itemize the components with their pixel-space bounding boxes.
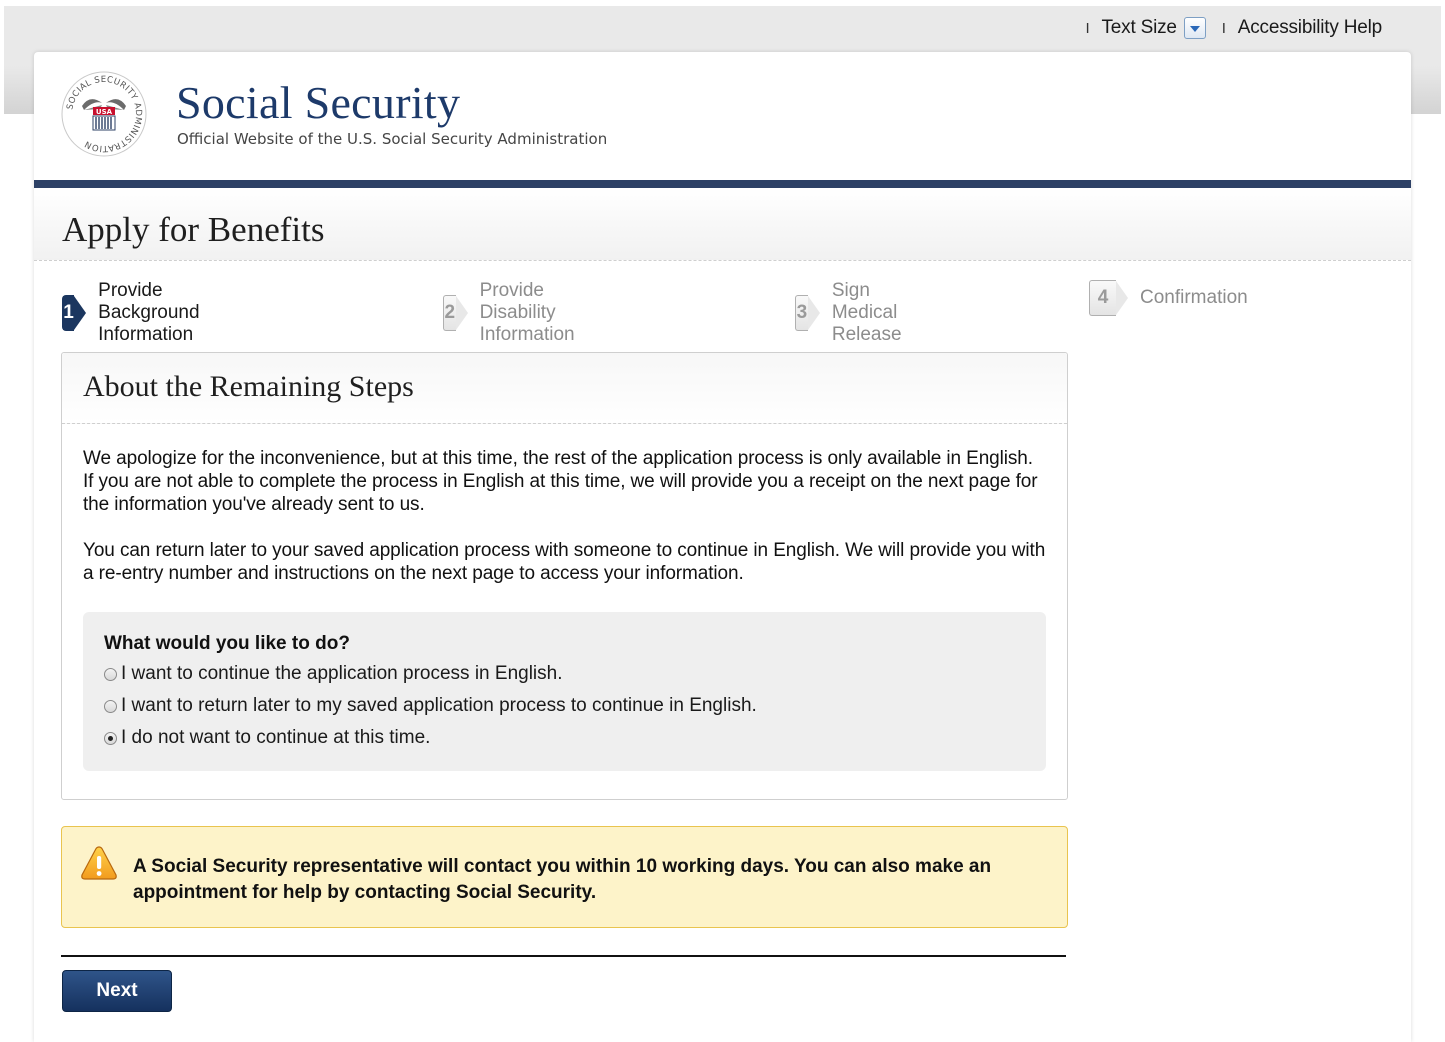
text-size-dropdown-icon[interactable]: [1183, 17, 1206, 39]
step-number: 2: [443, 295, 467, 331]
step-3: 3 Sign Medical Release: [795, 280, 916, 346]
option-label[interactable]: I want to continue the application proce…: [121, 663, 563, 685]
remaining-steps-panel: About the Remaining Steps We apologize f…: [61, 352, 1068, 800]
step-2: 2 Provide Disability Information: [443, 280, 589, 346]
option-continue[interactable]: I want to continue the application proce…: [104, 663, 563, 685]
step-number: 3: [795, 295, 820, 331]
utility-separator: I: [1085, 19, 1090, 37]
next-button[interactable]: Next: [62, 970, 172, 1012]
radio-button-selected[interactable]: [104, 731, 117, 745]
alert-box: A Social Security representative will co…: [61, 826, 1068, 928]
step-4: 4 Confirmation: [1089, 280, 1248, 316]
text-size-link[interactable]: Text Size: [1102, 17, 1177, 39]
page-title-band: Apply for Benefits: [34, 188, 1411, 261]
step-label: Sign Medical Release: [831, 280, 902, 345]
ssa-seal-logo[interactable]: SOCIAL SECURITY ADMINISTRATION USA: [60, 70, 148, 158]
brand-title[interactable]: Social Security: [176, 76, 460, 129]
option-label[interactable]: I want to return later to my saved appli…: [121, 695, 757, 717]
page-container: SOCIAL SECURITY ADMINISTRATION USA Socia…: [34, 52, 1411, 1042]
step-label: Provide Background Information: [98, 280, 200, 345]
step-1: 1 Provide Background Information: [62, 280, 214, 346]
step-label: Confirmation: [1140, 287, 1248, 308]
option-return-later[interactable]: I want to return later to my saved appli…: [104, 695, 757, 717]
actions-divider: [61, 955, 1066, 957]
radio-button[interactable]: [104, 667, 117, 681]
step-number: 1: [62, 295, 87, 331]
panel-paragraph-2: You can return later to your saved appli…: [83, 540, 1046, 584]
panel-paragraph-1: We apologize for the inconvenience, but …: [83, 448, 1038, 515]
brand-subtitle: Official Website of the U.S. Social Secu…: [177, 130, 608, 148]
radio-button[interactable]: [104, 699, 117, 713]
seal-usa-text: USA: [96, 108, 113, 116]
accessibility-help-link[interactable]: Accessibility Help: [1238, 17, 1382, 39]
warning-icon: [81, 846, 117, 880]
step-label: Provide Disability Information: [479, 280, 575, 345]
option-label[interactable]: I do not want to continue at this time.: [121, 727, 430, 749]
utility-bar: I Text Size I Accessibility Help: [1074, 17, 1382, 39]
option-do-not-continue[interactable]: I do not want to continue at this time.: [104, 727, 430, 749]
choice-question: What would you like to do?: [104, 633, 350, 654]
utility-separator: I: [1221, 19, 1226, 37]
alert-message: A Social Security representative will co…: [133, 856, 992, 903]
choice-box: What would you like to do? I want to con…: [83, 612, 1046, 771]
step-number: 4: [1089, 280, 1128, 316]
page-title: Apply for Benefits: [62, 210, 325, 249]
panel-title: About the Remaining Steps: [83, 370, 414, 403]
header-divider: [34, 180, 1411, 188]
